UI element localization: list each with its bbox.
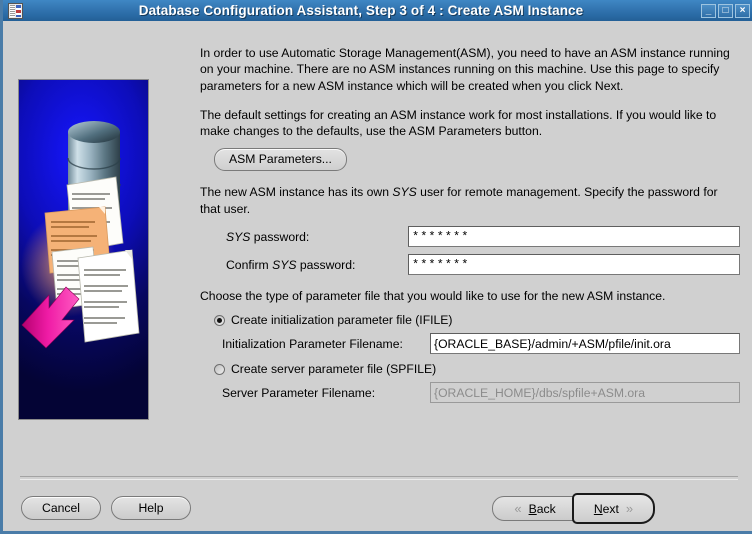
maximize-icon: □ <box>722 4 729 16</box>
title-bar: Database Configuration Assistant, Step 3… <box>3 0 752 21</box>
sys-password-row: SYS password: <box>200 226 740 248</box>
radio-ifile-indicator[interactable] <box>214 314 225 326</box>
sys-paragraph-italic: SYS <box>392 185 417 200</box>
help-button[interactable]: Help <box>111 496 191 520</box>
confirm-label-italic: SYS <box>272 257 297 272</box>
defaults-paragraph: The default settings for creating an ASM… <box>200 107 717 139</box>
back-mnemonic: B <box>528 501 537 516</box>
asm-parameters-button[interactable]: ASM Parameters... <box>214 148 347 172</box>
next-rest: ext <box>602 501 619 516</box>
chevron-right-icon: » <box>625 501 634 516</box>
next-mnemonic: N <box>593 501 603 516</box>
window-title: Database Configuration Assistant, Step 3… <box>138 3 584 18</box>
ifile-filename-label: Initialization Parameter Filename: <box>222 336 403 351</box>
footer-separator <box>20 476 738 480</box>
back-button[interactable]: « Back <box>492 496 578 521</box>
minimize-icon: _ <box>705 4 712 16</box>
database-assistant-icon <box>7 2 23 19</box>
sys-user-paragraph: The new ASM instance has its own SYS use… <box>200 184 740 217</box>
window-controls: _ □ × <box>701 3 752 18</box>
window-menu-button[interactable] <box>3 0 27 21</box>
radio-spfile-label: Create server parameter file (SPFILE) <box>231 362 437 377</box>
close-button[interactable]: × <box>735 3 750 18</box>
chevron-left-icon: « <box>514 501 522 516</box>
back-rest: ack <box>536 501 556 516</box>
spfile-filename-input <box>430 382 740 404</box>
radio-ifile[interactable]: Create initialization parameter file (IF… <box>200 313 740 327</box>
spfile-filename-label: Server Parameter Filename: <box>222 385 376 400</box>
intro-paragraph: In order to use Automatic Storage Manage… <box>200 46 730 93</box>
confirm-sys-password-input[interactable] <box>408 254 740 276</box>
radio-spfile[interactable]: Create server parameter file (SPFILE) <box>200 362 740 376</box>
maximize-button[interactable]: □ <box>718 3 733 18</box>
minimize-button[interactable]: _ <box>701 3 716 18</box>
sys-paragraph-part1: The new ASM instance has its own <box>200 185 393 200</box>
navigation-buttons: « Back Next » <box>492 493 655 524</box>
ifile-filename-row: Initialization Parameter Filename: <box>200 333 740 355</box>
sys-password-label: SYS password: <box>200 230 408 244</box>
parameter-file-paragraph: Choose the type of parameter file that y… <box>200 289 666 304</box>
asm-illustration <box>18 79 149 420</box>
next-button[interactable]: Next » <box>572 493 655 524</box>
sys-password-label-suffix: password: <box>250 229 310 244</box>
radio-ifile-label: Create initialization parameter file (IF… <box>231 313 453 328</box>
radio-spfile-indicator[interactable] <box>214 363 225 375</box>
spfile-filename-row: Server Parameter Filename: <box>200 382 740 404</box>
ifile-filename-input[interactable] <box>430 333 740 355</box>
main-pane: In order to use Automatic Storage Manage… <box>200 45 740 410</box>
close-icon: × <box>739 4 746 16</box>
sys-password-label-italic: SYS <box>226 229 251 244</box>
back-button-label: Back <box>529 502 556 516</box>
dialog-window: Database Configuration Assistant, Step 3… <box>0 0 752 534</box>
footer-button-bar: Cancel Help « Back Next » <box>6 485 752 529</box>
next-button-label: Next <box>594 502 619 516</box>
confirm-label-suffix: password: <box>296 257 356 272</box>
sys-password-input[interactable] <box>408 226 740 248</box>
cancel-button[interactable]: Cancel <box>21 496 101 520</box>
confirm-sys-password-label: Confirm SYS password: <box>200 258 408 272</box>
confirm-sys-password-row: Confirm SYS password: <box>200 254 740 276</box>
confirm-label-prefix: Confirm <box>226 257 273 272</box>
dialog-content: In order to use Automatic Storage Manage… <box>6 21 752 531</box>
